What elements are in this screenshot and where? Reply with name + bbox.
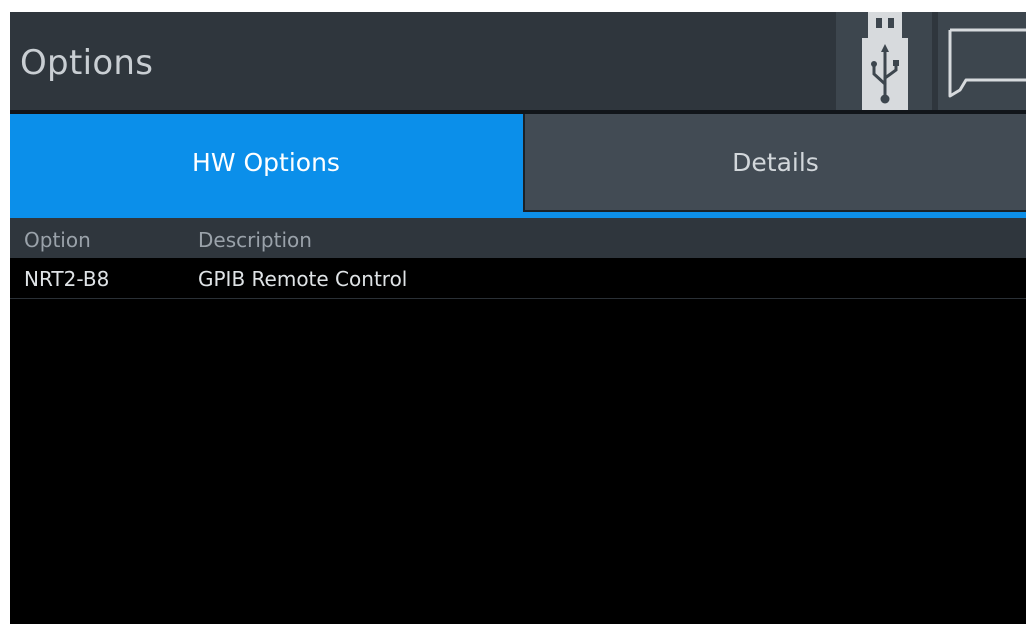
- tab-hw-options[interactable]: HW Options: [10, 114, 522, 218]
- tab-bar: HW Options Details: [10, 114, 1026, 218]
- title-bar: Options: [10, 12, 1026, 110]
- option-cell: NRT2-B8: [24, 267, 110, 291]
- page-title: Options: [20, 43, 154, 83]
- description-cell: GPIB Remote Control: [198, 267, 408, 291]
- tab-details[interactable]: Details: [523, 114, 1026, 212]
- usb-button[interactable]: [836, 12, 932, 110]
- options-screen: Options HW Options Details Option Descri…: [10, 12, 1026, 624]
- message-button[interactable]: [938, 12, 1026, 110]
- column-header-option: Option: [24, 228, 91, 252]
- column-header-description: Description: [198, 228, 312, 252]
- table-row[interactable]: NRT2-B8 GPIB Remote Control: [10, 258, 1026, 299]
- table-header: Option Description: [10, 218, 1026, 258]
